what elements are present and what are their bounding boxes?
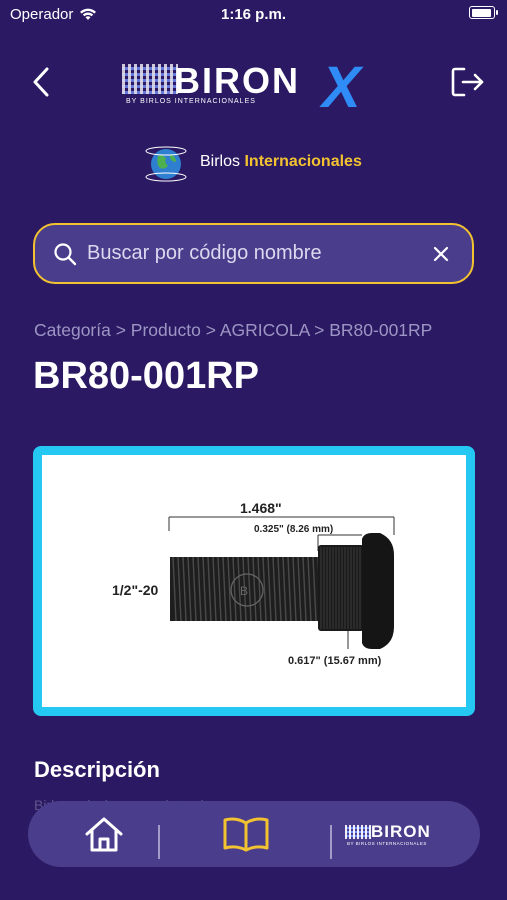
status-time: 1:16 p.m. [220,6,287,23]
product-image-card[interactable]: 1.468" 0.325" (8.26 mm) B 1/2"-20 0.617"… [33,446,475,716]
nav-catalog-button[interactable] [210,801,282,867]
product-diagram: 1.468" 0.325" (8.26 mm) B 1/2"-20 0.617"… [112,500,395,667]
battery-icon [469,6,498,19]
globe-icon [140,140,192,184]
chevron-left-icon [33,67,49,97]
search-bar[interactable] [33,223,474,284]
sponsor-name: Birlos Internacionales [200,153,362,171]
close-icon [433,246,449,261]
clear-search-button[interactable] [428,241,454,267]
back-button[interactable] [26,64,56,100]
description-heading: Descripción [34,757,160,782]
nav-divider [330,825,332,859]
nav-brand-button[interactable]: BIRON BY BIRLOS INTERNACIONALES [340,801,466,867]
logo-pixel-pattern [122,64,178,94]
bironx-logo: BIRON X BY BIRLOS INTERNACIONALES [122,55,388,120]
logout-button[interactable] [449,64,487,100]
bottom-nav: BIRON BY BIRLOS INTERNACIONALES [28,801,480,867]
knurl-diameter-label: 0.617" (15.67 mm) [288,655,382,667]
search-icon [54,242,77,265]
sponsor-logo: Birlos Internacionales [140,140,362,184]
status-bar: Operador 1:16 p.m. [0,0,507,30]
overall-length-label: 1.468" [240,500,282,516]
mini-logo-pixels [345,825,371,839]
bironx-mini-logo: BIRON BY BIRLOS INTERNACIONALES [345,819,461,849]
thread-size-label: 1/2"-20 [112,582,159,598]
sponsor-prefix: Birlos [200,153,241,170]
nav-divider [158,825,160,859]
home-icon [85,817,123,852]
breadcrumb[interactable]: Categoría > Producto > AGRICOLA > BR80-0… [34,320,432,341]
logout-icon [451,67,484,97]
search-input[interactable] [87,242,428,265]
page-title: BR80-001RP [33,355,259,397]
nav-home-button[interactable] [68,801,140,867]
sponsor-accent: Internacionales [244,153,362,170]
logo-word: BIRON [174,60,300,101]
svg-text:B: B [240,584,248,598]
logo-tagline: BY BIRLOS INTERNACIONALES [126,98,256,105]
logo-x: X [322,55,361,120]
book-open-icon [223,817,269,852]
mini-logo-word: BIRON [371,822,431,841]
knurl-length-label: 0.325" (8.26 mm) [254,524,333,535]
mini-logo-tagline: BY BIRLOS INTERNACIONALES [347,841,427,846]
